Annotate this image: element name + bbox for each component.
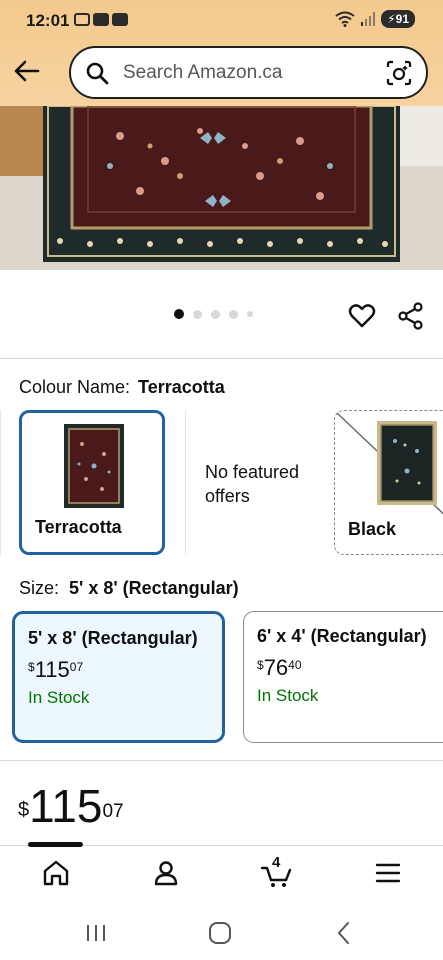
colour-option-terracotta[interactable]: Terracotta — [19, 410, 165, 555]
stock-status: In Stock — [257, 686, 319, 705]
product-price: $11507 — [18, 783, 124, 829]
home-icon[interactable] — [39, 856, 73, 890]
price-cents: 40 — [288, 657, 302, 672]
terracotta-rug-thumbnail — [64, 424, 124, 508]
price-whole: 115 — [29, 780, 103, 832]
size-option-name: 5' x 8' (Rectangular) — [28, 628, 198, 648]
price-cents: 07 — [102, 801, 124, 822]
wifi-icon — [335, 11, 355, 27]
swatch-separator — [0, 410, 1, 555]
status-bar: 12:01 ⚡91 — [0, 0, 443, 40]
search-bar[interactable] — [69, 46, 428, 99]
size-option-5x8[interactable]: 5' x 8' (Rectangular) $11507 In Stock — [12, 611, 225, 743]
divider — [0, 760, 443, 761]
camera-search-icon[interactable] — [386, 60, 412, 86]
status-indicators: ⚡91 — [335, 10, 415, 28]
swatch-separator — [185, 410, 186, 555]
divider — [0, 358, 443, 359]
size-option-name: 6' x 4' (Rectangular) — [257, 626, 427, 646]
price-currency: $ — [18, 799, 30, 821]
share-icon[interactable] — [397, 302, 425, 330]
carousel-dot[interactable] — [193, 309, 202, 319]
status-time: 12:01 — [26, 11, 70, 30]
home-system-icon[interactable] — [205, 918, 235, 948]
rug-photo — [0, 106, 443, 270]
battery-indicator: ⚡91 — [381, 10, 415, 28]
colour-label-text: Colour Name: — [19, 377, 131, 397]
size-label-text: Size: — [19, 578, 60, 598]
bottom-navigation: 4 — [0, 845, 443, 900]
price-whole: 76 — [263, 655, 289, 680]
account-icon[interactable] — [149, 856, 183, 890]
swatch-label-terracotta: Terracotta — [35, 517, 122, 537]
price-currency: $ — [257, 657, 264, 672]
image-carousel-dots[interactable] — [174, 309, 253, 319]
product-image[interactable] — [0, 106, 443, 270]
youtube-icon-2 — [112, 13, 128, 26]
notification-icons — [74, 13, 128, 26]
size-option-6x4[interactable]: 6' x 4' (Rectangular) $7640 In Stock — [243, 611, 443, 743]
carousel-dot[interactable] — [174, 309, 184, 319]
size-selected-value: 5' x 8' (Rectangular) — [69, 578, 239, 598]
carousel-dot[interactable] — [247, 311, 253, 317]
cart-button[interactable]: 4 — [260, 854, 294, 890]
carousel-dot[interactable] — [211, 309, 220, 319]
price-whole: 115 — [34, 657, 70, 682]
carousel-dot[interactable] — [229, 309, 238, 319]
colour-name-label: Colour Name: Terracotta — [19, 377, 225, 398]
size-label: Size: 5' x 8' (Rectangular) — [19, 578, 239, 599]
recent-apps-icon[interactable] — [81, 918, 111, 948]
battery-level: 91 — [395, 12, 409, 26]
colour-option-black[interactable]: Black — [334, 410, 443, 555]
youtube-icon — [93, 13, 109, 26]
size-option-price: $11507 — [28, 657, 83, 683]
price-cents: 07 — [69, 659, 84, 674]
no-featured-offers-text: No featured offers — [205, 462, 300, 506]
system-navigation-bar — [0, 900, 443, 960]
stock-status: In Stock — [28, 688, 90, 707]
cart-count-badge: 4 — [272, 854, 281, 871]
swatch-label-black: Black — [348, 519, 397, 539]
back-button[interactable] — [10, 54, 44, 88]
app-header: 12:01 ⚡91 — [0, 0, 443, 106]
back-arrow-icon — [14, 60, 40, 82]
price-currency: $ — [28, 659, 35, 674]
screenshot-icon — [74, 13, 90, 26]
size-option-price: $7640 — [257, 655, 302, 681]
search-input[interactable] — [123, 61, 373, 84]
active-tab-indicator — [28, 842, 83, 847]
back-system-icon[interactable] — [329, 918, 359, 948]
menu-icon[interactable] — [371, 856, 405, 890]
search-icon — [86, 62, 109, 84]
black-rug-thumbnail — [377, 421, 437, 505]
wishlist-heart-icon[interactable] — [348, 302, 376, 330]
signal-icon — [361, 12, 376, 26]
colour-selected-value: Terracotta — [138, 377, 225, 397]
